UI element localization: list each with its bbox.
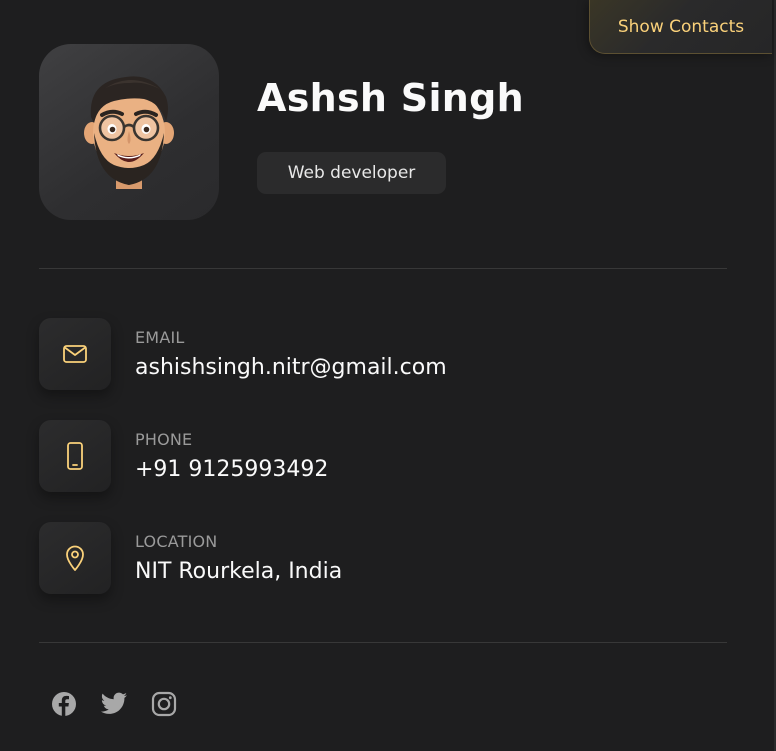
contact-icon-box	[39, 318, 111, 390]
contact-title-location: Location	[135, 532, 218, 551]
memoji-avatar	[84, 76, 174, 189]
social-links	[50, 690, 178, 718]
contact-link-phone[interactable]: +91 9125993492	[135, 457, 328, 482]
contact-title-email: Email	[135, 328, 185, 347]
divider	[39, 268, 727, 269]
facebook-link[interactable]	[50, 690, 78, 718]
show-contacts-button[interactable]: Show Contacts	[589, 0, 772, 54]
contact-title-phone: Phone	[135, 430, 193, 449]
contact-item-email: Email ashishsingh.nitr@gmail.com	[39, 318, 679, 390]
instagram-icon	[151, 691, 177, 717]
contact-icon-box	[39, 522, 111, 594]
avatar	[39, 44, 219, 220]
contact-value-location: NIT Rourkela, India	[135, 559, 343, 584]
twitter-icon	[100, 692, 127, 714]
instagram-link[interactable]	[150, 690, 178, 718]
twitter-link[interactable]	[100, 690, 128, 718]
mail-icon	[63, 345, 87, 363]
profile-card: Show Contacts Ashsh Singh Web developer …	[0, 0, 776, 751]
contact-item-phone: Phone +91 9125993492	[39, 420, 679, 492]
facebook-icon	[52, 692, 76, 716]
divider	[39, 642, 727, 643]
phone-icon	[67, 442, 83, 470]
location-icon	[66, 545, 84, 571]
contact-link-email[interactable]: ashishsingh.nitr@gmail.com	[135, 355, 447, 380]
profile-name: Ashsh Singh	[257, 76, 524, 120]
profile-title-badge: Web developer	[257, 152, 446, 194]
contact-icon-box	[39, 420, 111, 492]
contact-item-location: Location NIT Rourkela, India	[39, 522, 679, 594]
